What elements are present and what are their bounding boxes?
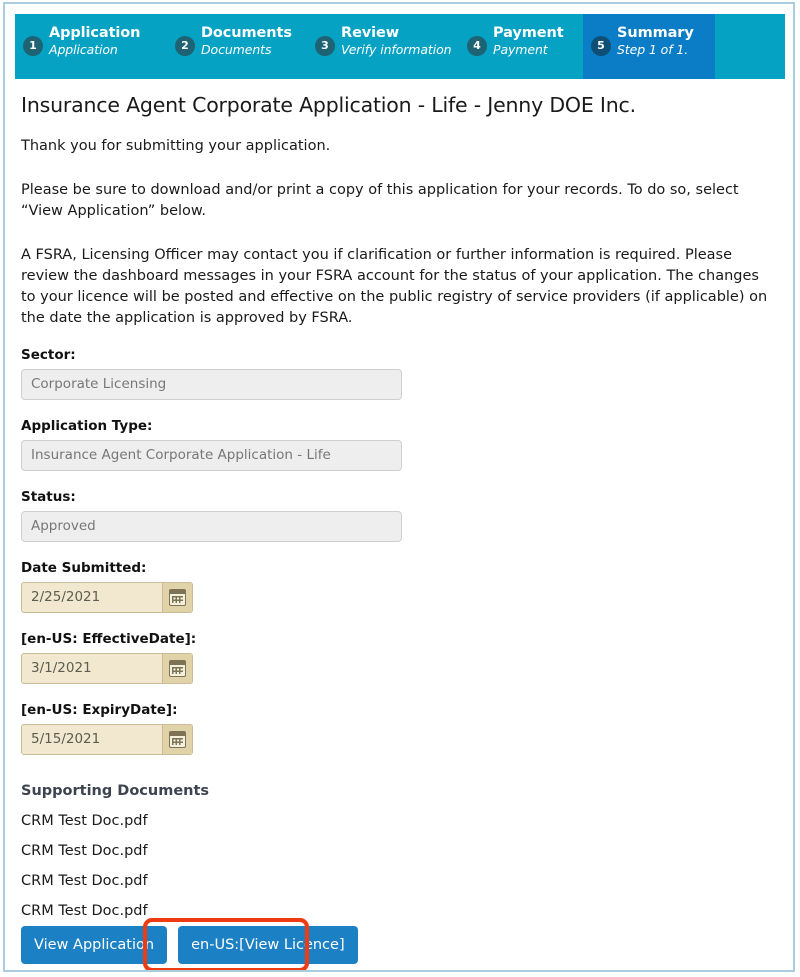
view-application-button[interactable]: View Application	[21, 926, 168, 964]
step-title-5: Summary	[617, 25, 694, 41]
step-number-5: 5	[591, 36, 611, 56]
step-title-2: Documents	[201, 25, 292, 41]
download-instructions-text: Please be sure to download and/or print …	[21, 182, 739, 219]
page-frame: 1 Application Application 2 Documents Do…	[3, 2, 795, 972]
expiry-date-label: [en-US: ExpiryDate]:	[21, 702, 178, 718]
field-group-expiry-date: [en-US: ExpiryDate]: 5/15/2021	[21, 701, 781, 755]
expiry-date-field[interactable]: 5/15/2021	[21, 724, 193, 755]
document-item[interactable]: CRM Test Doc.pdf	[21, 841, 781, 861]
field-group-sector: Sector: Corporate Licensing	[21, 346, 781, 400]
main-content: Insurance Agent Corporate Application - …	[21, 92, 781, 921]
status-label: Status:	[21, 489, 76, 505]
fsra-notice-text: A FSRA, Licensing Officer may contact yo…	[21, 247, 768, 326]
view-licence-button[interactable]: en-US:[View Licence]	[178, 926, 358, 964]
calendar-icon	[169, 589, 186, 606]
application-type-label: Application Type:	[21, 418, 153, 434]
date-submitted-label: Date Submitted:	[21, 560, 147, 576]
step-text-5: Summary Step 1 of 1.	[617, 25, 694, 58]
document-item[interactable]: CRM Test Doc.pdf	[21, 811, 781, 831]
step-subtitle-3: Verify information	[341, 42, 452, 57]
field-group-application-type: Application Type: Insurance Agent Corpor…	[21, 417, 781, 471]
step-subtitle-1: Application	[49, 42, 118, 57]
supporting-documents-heading: Supporting Documents	[21, 783, 210, 799]
step-number-3: 3	[315, 36, 335, 56]
calendar-icon	[169, 731, 186, 748]
supporting-documents-section: Supporting Documents CRM Test Doc.pdf CR…	[21, 781, 781, 921]
step-number-4: 4	[467, 36, 487, 56]
step-title-4: Payment	[493, 25, 564, 41]
effective-date-value: 3/1/2021	[31, 660, 92, 676]
field-group-effective-date: [en-US: EffectiveDate]: 3/1/2021	[21, 630, 781, 684]
step-text-3: Review Verify information	[341, 25, 452, 58]
sector-label: Sector:	[21, 347, 76, 363]
thank-you-text: Thank you for submitting your applicatio…	[21, 138, 331, 154]
date-submitted-field[interactable]: 2/25/2021	[21, 582, 193, 613]
step-title-3: Review	[341, 25, 400, 41]
step-subtitle-4: Payment	[493, 42, 548, 57]
step-subtitle-2: Documents	[201, 42, 272, 57]
field-group-status: Status: Approved	[21, 488, 781, 542]
step-text-1: Application Application	[49, 25, 140, 58]
stepper-step-application[interactable]: 1 Application Application	[15, 14, 167, 79]
expiry-date-value: 5/15/2021	[31, 731, 101, 747]
stepper-step-summary[interactable]: 5 Summary Step 1 of 1.	[583, 14, 715, 79]
field-group-date-submitted: Date Submitted: 2/25/2021	[21, 559, 781, 613]
step-number-2: 2	[175, 36, 195, 56]
page-inner: 1 Application Application 2 Documents Do…	[5, 4, 793, 970]
stepper-step-documents[interactable]: 2 Documents Documents	[167, 14, 307, 79]
page-title: Insurance Agent Corporate Application - …	[21, 93, 636, 117]
date-submitted-picker-button[interactable]	[162, 583, 192, 612]
stepper-step-payment[interactable]: 4 Payment Payment	[459, 14, 583, 79]
effective-date-label: [en-US: EffectiveDate]:	[21, 631, 197, 647]
action-button-bar: View Application en-US:[View Licence]	[21, 926, 358, 966]
step-text-2: Documents Documents	[201, 25, 292, 58]
step-title-1: Application	[49, 25, 141, 41]
calendar-icon	[169, 660, 186, 677]
document-item[interactable]: CRM Test Doc.pdf	[21, 871, 781, 891]
step-subtitle-5: Step 1 of 1.	[617, 42, 689, 57]
sector-input[interactable]: Corporate Licensing	[21, 369, 402, 400]
step-number-1: 1	[23, 36, 43, 56]
effective-date-field[interactable]: 3/1/2021	[21, 653, 193, 684]
status-input[interactable]: Approved	[21, 511, 402, 542]
date-submitted-value: 2/25/2021	[31, 589, 101, 605]
expiry-date-picker-button[interactable]	[162, 725, 192, 754]
wizard-stepper: 1 Application Application 2 Documents Do…	[15, 14, 785, 79]
effective-date-picker-button[interactable]	[162, 654, 192, 683]
document-item[interactable]: CRM Test Doc.pdf	[21, 901, 781, 921]
application-type-input[interactable]: Insurance Agent Corporate Application - …	[21, 440, 402, 471]
stepper-step-review[interactable]: 3 Review Verify information	[307, 14, 459, 79]
step-text-4: Payment Payment	[493, 25, 564, 58]
